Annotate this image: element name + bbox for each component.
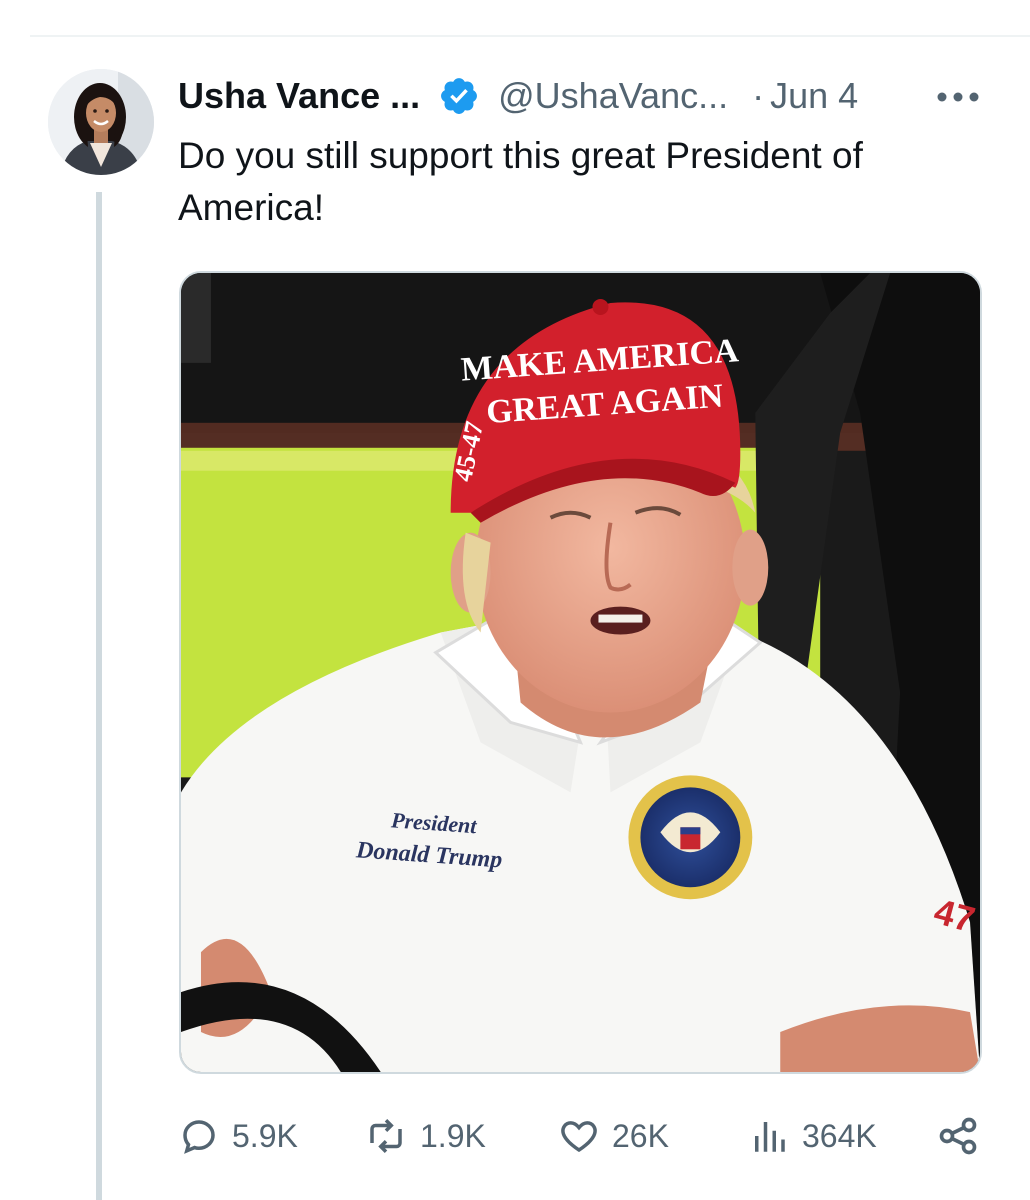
repost-button[interactable]: 1.9K — [364, 1110, 486, 1162]
tweet-media-photo[interactable]: MAKE AMERICA GREAT AGAIN 45-47 President… — [179, 271, 982, 1074]
tweet-actions: 5.9K 1.9K 26K 364K — [178, 1110, 988, 1162]
display-name[interactable]: Usha Vance ... — [178, 75, 420, 117]
top-divider — [30, 35, 1030, 37]
tweet[interactable]: Usha Vance ... @UshaVanc... · Jun 4 Do y… — [0, 0, 1030, 1200]
views-icon — [755, 1122, 785, 1152]
views-count: 364K — [802, 1117, 877, 1154]
share-button[interactable] — [936, 1110, 992, 1162]
thread-line — [96, 192, 102, 1200]
avatar-photo — [48, 69, 154, 175]
user-handle[interactable]: @UshaVanc... — [498, 75, 728, 117]
tweet-header: Usha Vance ... @UshaVanc... · Jun 4 — [178, 70, 858, 122]
repost-icon — [370, 1119, 402, 1153]
reply-count: 5.9K — [232, 1117, 298, 1154]
share-icon — [939, 1117, 977, 1155]
like-count: 26K — [612, 1117, 669, 1154]
verified-badge-icon[interactable] — [438, 75, 480, 117]
views-button[interactable]: 364K — [748, 1110, 877, 1162]
more-button[interactable] — [930, 80, 986, 114]
tweet-text: Do you still support this great Presiden… — [178, 135, 863, 228]
avatar[interactable] — [48, 69, 154, 175]
more-dots-icon — [937, 92, 979, 102]
repost-count: 1.9K — [420, 1117, 486, 1154]
separator-dot: · — [752, 75, 765, 116]
like-icon — [561, 1121, 597, 1153]
like-button[interactable]: 26K — [558, 1110, 669, 1162]
photo-illustration: MAKE AMERICA GREAT AGAIN 45-47 President… — [181, 273, 980, 1072]
reply-icon — [183, 1120, 215, 1154]
presidential-seal — [628, 775, 753, 900]
reply-button[interactable]: 5.9K — [178, 1110, 298, 1162]
tweet-date[interactable]: Jun 4 — [770, 75, 858, 117]
